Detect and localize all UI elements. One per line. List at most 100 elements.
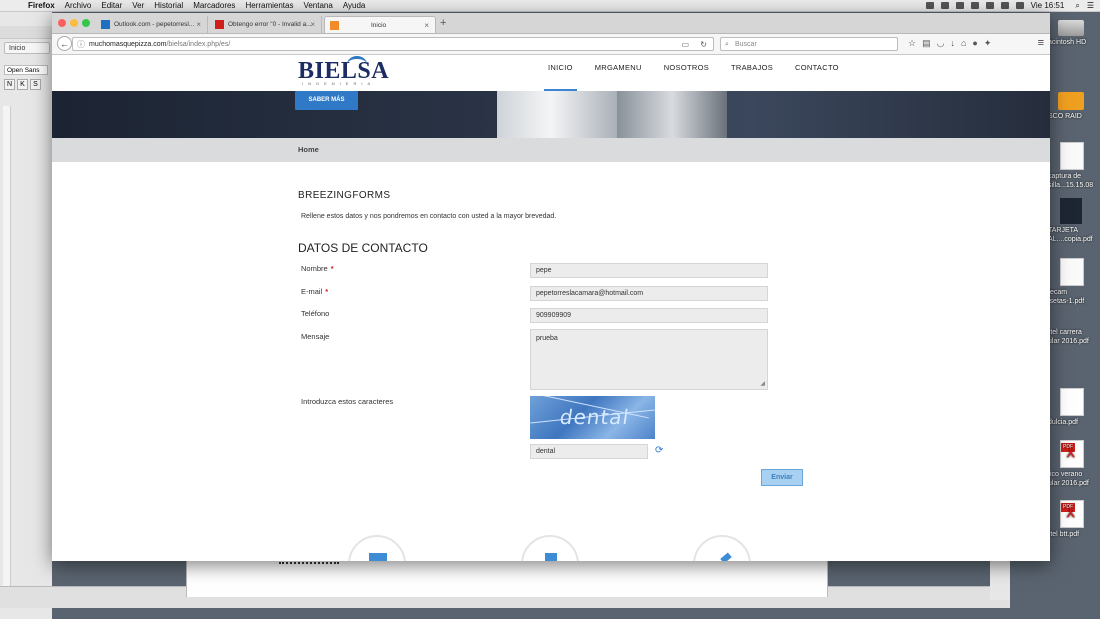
pocket-icon[interactable]: ◡ (937, 38, 945, 49)
reader-view-icon[interactable]: ▭ (681, 38, 689, 52)
menubar-clock[interactable]: Vie 16:51 (1031, 1, 1065, 10)
desktop-icon-tico-verano[interactable]: PDF ⅄ tico verano ular 2016.pdf (1048, 440, 1100, 488)
feature-circle-1 (348, 535, 406, 561)
desktop-icon-hd[interactable]: acintosh HD (1048, 20, 1100, 47)
wifi-icon[interactable] (1015, 2, 1024, 9)
feature-circle-2 (521, 535, 579, 561)
home-icon[interactable]: ⌂ (961, 38, 966, 49)
breadcrumb-home[interactable]: Home (298, 138, 319, 162)
hero-banner (52, 91, 1050, 138)
menu-historial[interactable]: Historial (154, 1, 183, 10)
zoom-window-button[interactable] (82, 19, 90, 27)
minimize-window-button[interactable] (70, 19, 78, 27)
desktop-icon-label: fecam isetas-1.pdf (1048, 289, 1085, 305)
menu-archivo[interactable]: Archivo (65, 1, 92, 10)
desktop-icon-raid[interactable]: SCO RAID (1048, 92, 1100, 121)
close-window-button[interactable] (58, 19, 66, 27)
nav-trabajos[interactable]: TRABAJOS (727, 55, 777, 91)
menu-editar[interactable]: Editar (101, 1, 122, 10)
email-field[interactable]: pepetorreslacamara@hotmail.com (530, 286, 768, 301)
pdf-thumbnail-icon (1060, 258, 1084, 286)
section-title: DATOS DE CONTACTO (298, 241, 428, 255)
nav-nosotros[interactable]: NOSOTROS (660, 55, 713, 91)
bold-button[interactable]: N (4, 79, 15, 90)
close-tab-icon[interactable]: × (424, 17, 429, 33)
captcha-input[interactable]: dental (530, 444, 648, 459)
mensaje-label: Mensaje (301, 332, 330, 341)
underline-button[interactable]: S (30, 79, 41, 90)
time-machine-icon[interactable] (985, 2, 994, 9)
menu-app-name[interactable]: Firefox (28, 1, 55, 10)
joomla-icon (330, 21, 339, 30)
nav-inicio[interactable]: INICIO (544, 55, 577, 91)
search-placeholder: Buscar (735, 41, 757, 48)
tab-outlook[interactable]: Outlook.com - pepetorresl... × (96, 16, 208, 33)
external-drive-icon (1058, 92, 1084, 110)
web-page: BIELSA INGENIERIA INICIO MRGAMENU NOSOTR… (52, 55, 1050, 561)
extension-icon[interactable]: ✦ (984, 38, 992, 49)
editor-toolbar (0, 26, 52, 39)
dropbox-icon[interactable] (925, 2, 934, 9)
bookmark-star-icon[interactable]: ☆ (908, 38, 916, 49)
desktop-icon-label: captura de silla...15.15.08 (1048, 173, 1094, 189)
back-arrow-icon[interactable]: ← (57, 36, 72, 51)
desktop-icon-cartel-btt[interactable]: PDF ⅄ rtel btt.pdf (1048, 500, 1100, 539)
desktop-icon-dulcia[interactable]: dulcia.pdf (1048, 388, 1100, 427)
url-text: muchomasquepizza.com/bielsa/index.php/es… (89, 38, 230, 52)
volume-icon[interactable] (1000, 2, 1009, 9)
menu-ver[interactable]: Ver (132, 1, 144, 10)
document-icon (369, 553, 387, 561)
menu-herramientas[interactable]: Herramientas (245, 1, 293, 10)
desktop-icon-captura[interactable]: captura de silla...15.15.08 (1048, 142, 1100, 190)
chat-icon[interactable]: ● (972, 38, 977, 49)
download-icon[interactable]: ↓ (950, 38, 955, 49)
captcha-refresh-icon[interactable]: ⟳ (655, 446, 665, 456)
site-logo[interactable]: BIELSA INGENIERIA (298, 56, 389, 86)
desktop-icon-tarjeta[interactable]: TARJETA AL....copia.pdf (1048, 198, 1100, 244)
tab-inicio[interactable]: Inicio × (324, 16, 436, 33)
adobe-icon[interactable] (955, 2, 964, 9)
search-icon: ⌕ (725, 41, 729, 48)
search-icon[interactable]: ⌕ (1075, 1, 1079, 11)
close-tab-icon[interactable]: × (310, 16, 315, 33)
tab-error[interactable]: Obtengo error "0 - Invalid a... × (210, 16, 322, 33)
url-path: /bielsa/index.php/es/ (166, 41, 231, 48)
nombre-field[interactable]: pepe (530, 263, 768, 278)
document-dotted-line (279, 562, 339, 564)
bookmarks-list-icon[interactable]: ▤ (922, 38, 931, 49)
font-selector[interactable]: Open Sans (4, 65, 48, 75)
breadcrumb-bar: Home (52, 138, 1050, 162)
editor-scrollbar[interactable] (990, 560, 1010, 600)
bluetooth-icon[interactable] (970, 2, 979, 9)
telefono-field[interactable]: 909909909 (530, 308, 768, 323)
mensaje-textarea[interactable]: prueba ◢ (530, 329, 768, 390)
menu-ayuda[interactable]: Ayuda (343, 1, 366, 10)
info-icon[interactable]: ⓘ (77, 38, 85, 52)
captcha-label: Introduzca estos caracteres (301, 397, 394, 406)
saber-mas-button[interactable]: SABER MÁS (295, 91, 358, 110)
reload-icon[interactable]: ↻ (700, 38, 707, 52)
nombre-label-text: Nombre (301, 264, 328, 273)
url-bar[interactable]: ⓘ muchomasquepizza.com/bielsa/index.php/… (72, 37, 714, 51)
hamburger-menu-icon[interactable]: ≡ (1038, 37, 1044, 49)
list-icon[interactable]: ☰ (1087, 1, 1094, 10)
close-tab-icon[interactable]: × (196, 16, 201, 33)
nav-contacto[interactable]: CONTACTO (791, 55, 843, 91)
search-bar[interactable]: ⌕ Buscar (720, 37, 898, 51)
editor-tab-inicio[interactable]: Inicio (4, 42, 50, 54)
menu-marcadores[interactable]: Marcadores (193, 1, 235, 10)
menu-ventana[interactable]: Ventana (303, 1, 332, 10)
email-label: E-mail * (301, 287, 328, 296)
resize-grip-icon[interactable]: ◢ (760, 380, 765, 387)
desktop-icon-label: SCO RAID (1048, 113, 1082, 120)
nav-mrgamenu[interactable]: MRGAMENU (591, 55, 646, 91)
captcha-text: dental (558, 405, 632, 429)
main-nav: INICIO MRGAMENU NOSOTROS TRABAJOS CONTAC… (544, 55, 843, 91)
outlook-icon (101, 20, 110, 29)
italic-button[interactable]: K (17, 79, 28, 90)
desktop-icon-cartel-carrera[interactable]: rtel carrera ular 2016.pdf (1048, 328, 1100, 346)
new-tab-icon[interactable]: + (440, 17, 446, 29)
enviar-button[interactable]: Enviar (761, 469, 803, 486)
skype-icon[interactable] (940, 2, 949, 9)
desktop-icon-fecam[interactable]: fecam isetas-1.pdf (1048, 258, 1100, 306)
